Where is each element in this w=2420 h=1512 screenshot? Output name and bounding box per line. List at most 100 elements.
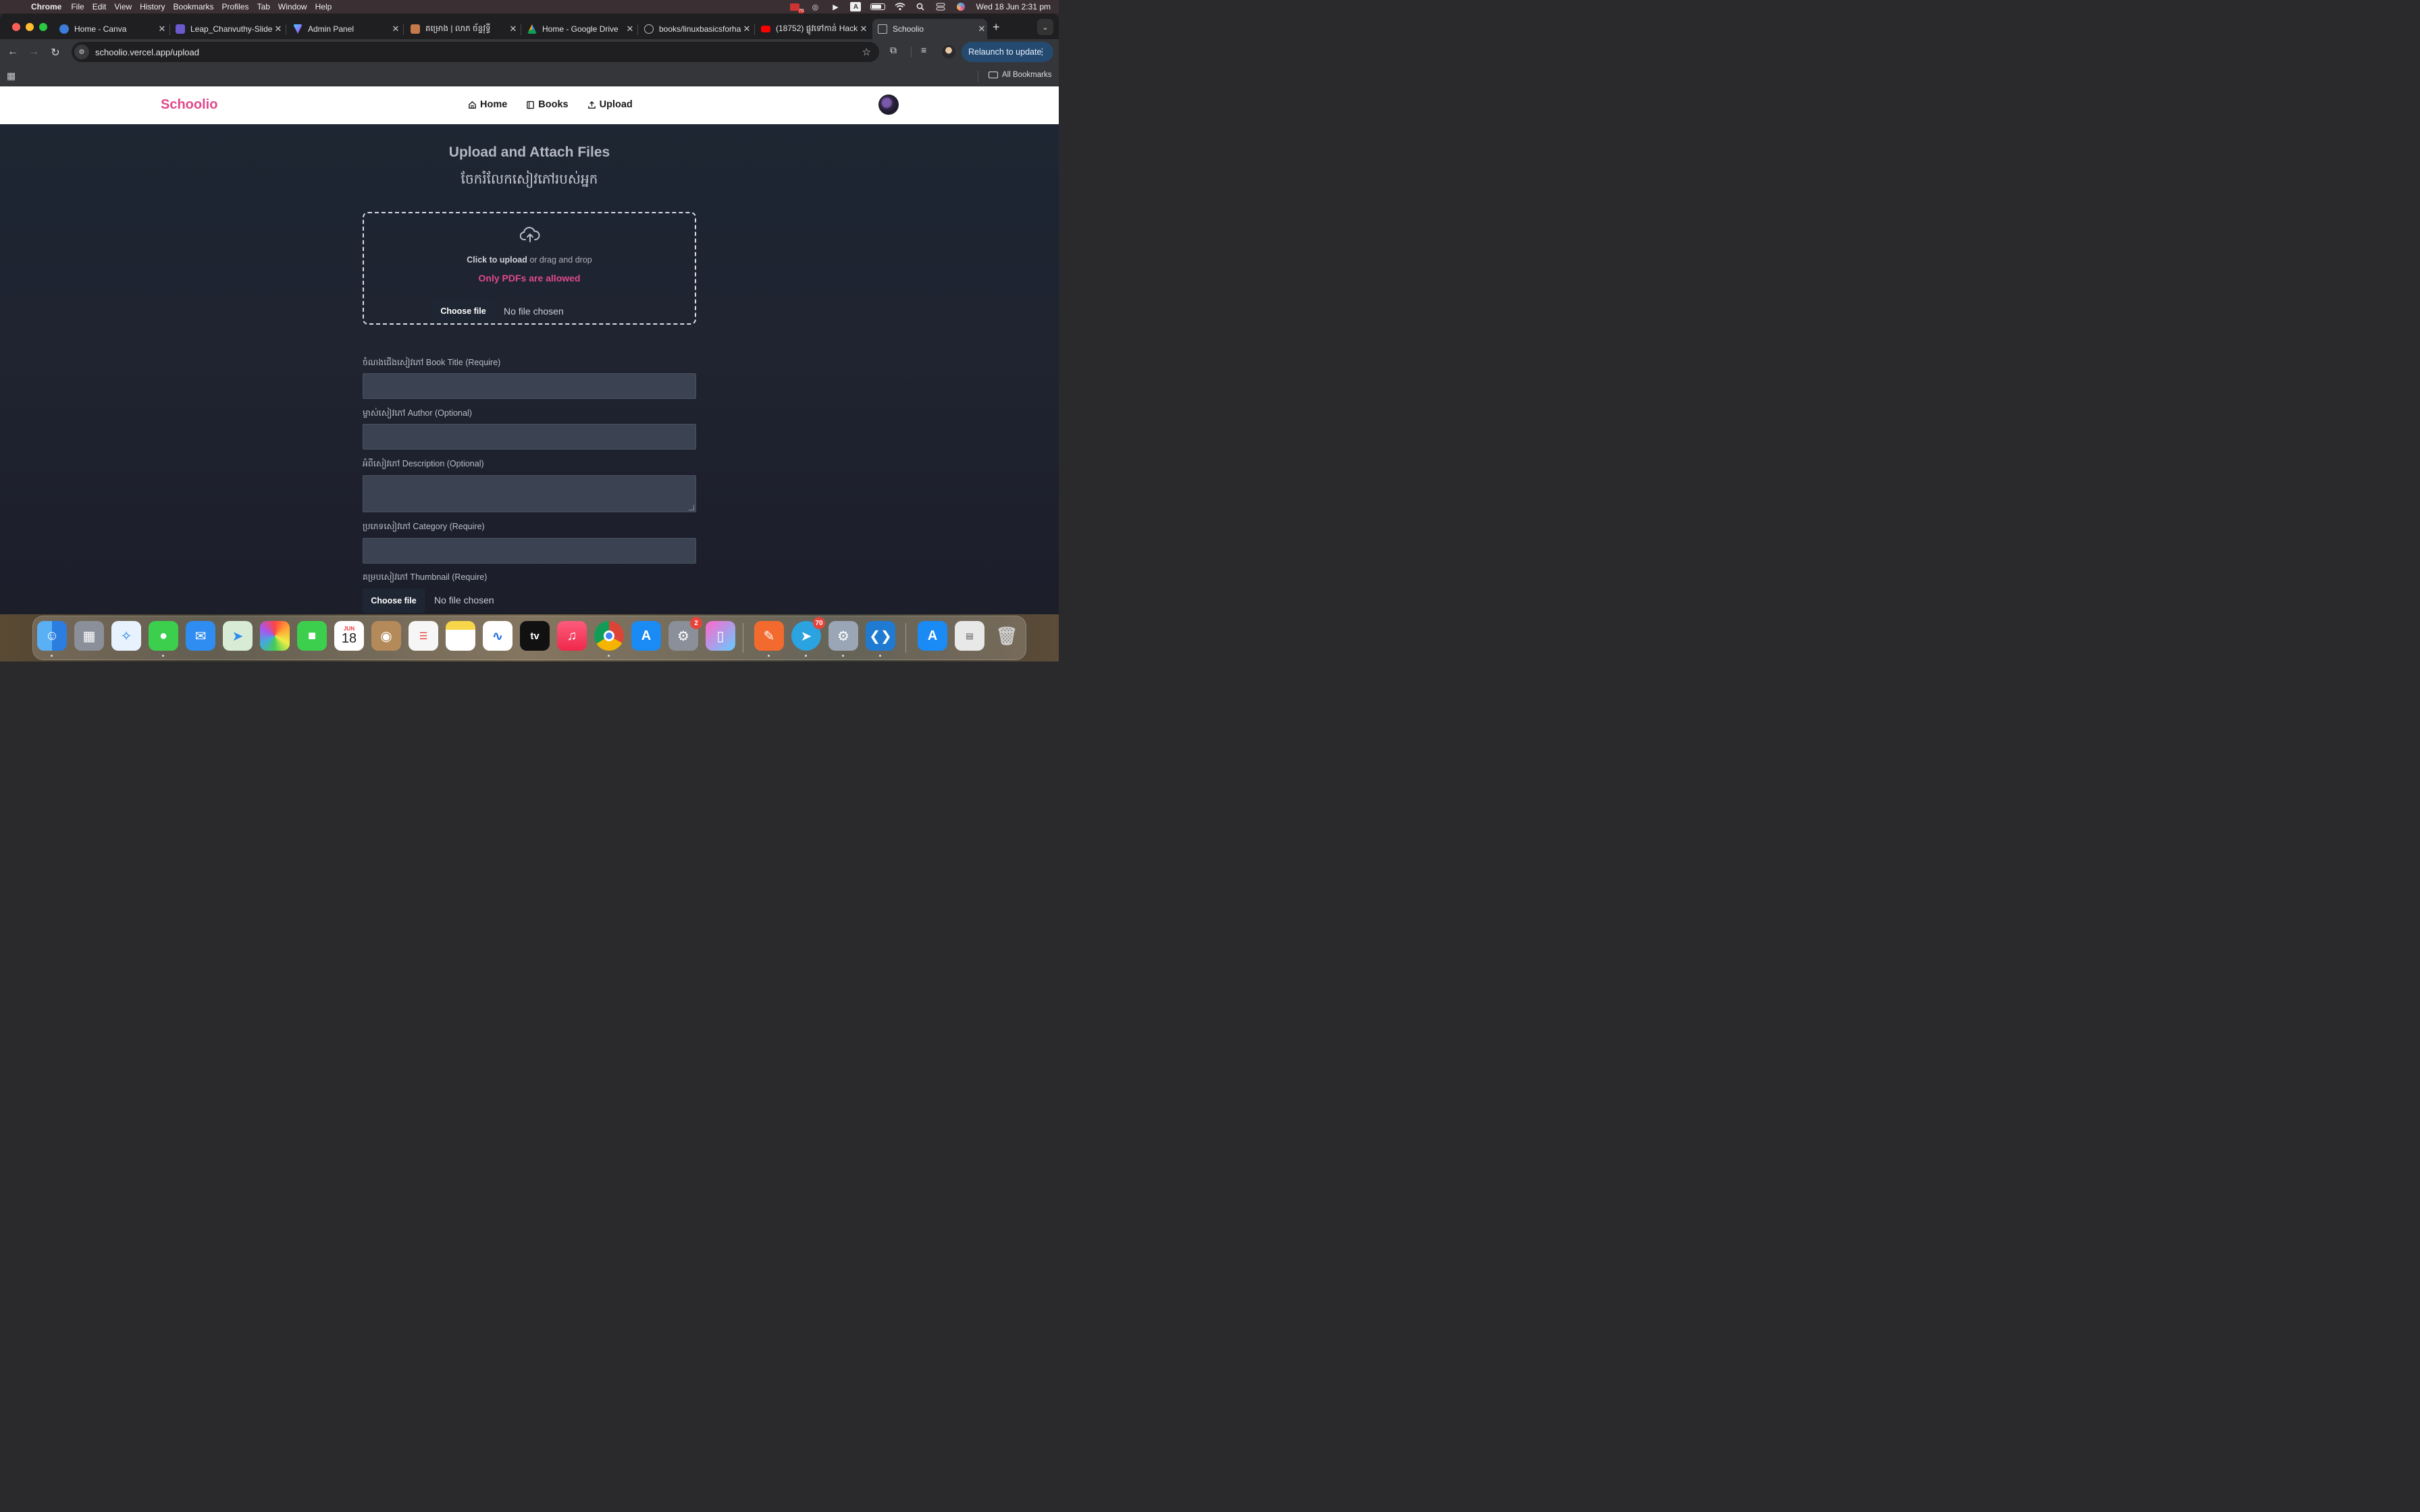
menu-edit[interactable]: Edit <box>93 2 115 11</box>
close-tab-icon[interactable]: ✕ <box>273 24 284 34</box>
pdf-dropzone[interactable]: Click to upload or drag and drop Only PD… <box>363 212 696 325</box>
reload-button[interactable]: ↻ <box>49 46 62 59</box>
input-source-icon[interactable]: A <box>850 2 862 11</box>
media-controls-icon[interactable]: ≡ <box>921 45 926 55</box>
notes-icon[interactable] <box>446 621 475 651</box>
spotlight-search-icon[interactable] <box>915 3 926 11</box>
settings-gear-icon[interactable]: ⚙ <box>828 621 858 651</box>
trash-icon[interactable]: 🗑 <box>992 621 1022 651</box>
close-tab-icon[interactable]: ✕ <box>508 24 519 34</box>
tab-schoolio[interactable]: Schoolio ✕ <box>872 19 987 39</box>
app-store-icon[interactable]: A <box>631 621 661 651</box>
tab-canva[interactable]: Home - Canva ✕ <box>54 19 167 39</box>
extensions-puzzle-icon[interactable]: ⧉ <box>890 45 897 56</box>
nav-books-label: Books <box>538 99 569 110</box>
contacts-icon[interactable]: ◉ <box>371 621 401 651</box>
status-app-icon[interactable]: 70 <box>789 3 805 14</box>
siri-icon[interactable] <box>955 3 966 11</box>
calendar-icon[interactable]: JUN 18 <box>334 621 364 651</box>
system-settings-icon[interactable]: ⚙ 2 <box>668 617 702 651</box>
click-to-upload-text[interactable]: Click to upload <box>467 255 527 265</box>
close-tab-icon[interactable]: ✕ <box>976 24 987 34</box>
nav-home-link[interactable]: Home <box>468 99 507 110</box>
address-bar[interactable]: ⚙ schoolio.vercel.app/upload ☆ <box>72 42 879 62</box>
vscode-icon[interactable]: ❮❯ <box>866 621 895 651</box>
tab-title: គម្រោង | លាភ ច័ន្ទវុទ្ធី <box>425 24 491 33</box>
pen-app-icon[interactable]: ✎ <box>754 621 784 651</box>
close-tab-icon[interactable]: ✕ <box>858 24 869 34</box>
pdf-choose-file-button[interactable]: Choose file <box>431 299 495 323</box>
chrome-icon[interactable] <box>594 621 624 651</box>
site-info-icon[interactable]: ⚙ <box>74 45 89 59</box>
downloads-stack-icon[interactable]: ▤ <box>955 621 984 651</box>
close-tab-icon[interactable]: ✕ <box>741 24 752 34</box>
tab-slides[interactable]: Leap_Chanvuthy-Slide ✕ <box>170 19 284 39</box>
maps-icon[interactable]: ➤ <box>223 621 253 651</box>
telegram-icon[interactable]: ➤ 70 <box>791 617 825 651</box>
tab-youtube[interactable]: (18752) ផ្លូវទៅកាន់ Hack ✕ <box>756 19 869 39</box>
applications-folder-icon[interactable]: A <box>918 621 947 651</box>
all-bookmarks-button[interactable]: All Bookmarks <box>989 71 1052 79</box>
wifi-icon[interactable] <box>895 3 906 11</box>
menu-view[interactable]: View <box>114 2 140 11</box>
menu-help[interactable]: Help <box>315 2 340 11</box>
site-logo[interactable]: Schoolio <box>161 97 217 113</box>
thumbnail-choose-file-button[interactable]: Choose file <box>363 589 425 613</box>
back-button[interactable]: ← <box>6 46 20 58</box>
iphone-mirroring-icon[interactable]: ▯ <box>706 621 735 651</box>
nav-books-link[interactable]: Books <box>526 99 569 110</box>
tab-project[interactable]: គម្រោង | លាភ ច័ន្ទវុទ្ធី ✕ <box>405 19 519 39</box>
battery-icon[interactable] <box>870 3 886 10</box>
reminders-icon[interactable]: ☰ <box>409 621 438 651</box>
close-window-button[interactable] <box>12 23 20 31</box>
dropzone-instructions: Click to upload or drag and drop <box>364 255 695 265</box>
description-textarea[interactable] <box>363 475 696 512</box>
menu-profiles[interactable]: Profiles <box>222 2 257 11</box>
control-center-icon[interactable] <box>935 3 946 11</box>
finder-icon[interactable]: ☺ <box>37 621 67 651</box>
nav-upload-link[interactable]: Upload <box>587 99 633 110</box>
author-input[interactable] <box>363 424 696 450</box>
facetime-icon[interactable]: ■ <box>297 621 327 651</box>
new-tab-button[interactable]: + <box>993 20 1000 34</box>
airdrop-icon[interactable]: ◎ <box>810 3 820 11</box>
close-tab-icon[interactable]: ✕ <box>625 24 635 34</box>
safari-icon[interactable]: ✧ <box>111 621 141 651</box>
zoom-window-button[interactable] <box>39 23 47 31</box>
user-avatar[interactable] <box>878 94 899 115</box>
menu-bookmarks[interactable]: Bookmarks <box>174 2 222 11</box>
tab-google-drive[interactable]: Home - Google Drive ✕ <box>522 19 635 39</box>
schoolio-icon <box>878 24 887 34</box>
running-indicator <box>608 655 610 657</box>
profile-avatar[interactable] <box>942 45 955 59</box>
tab-admin-panel[interactable]: Admin Panel ✕ <box>288 19 401 39</box>
close-tab-icon[interactable]: ✕ <box>390 24 401 34</box>
freeform-icon[interactable]: ∿ <box>483 621 512 651</box>
play-icon[interactable]: ▶ <box>830 3 841 11</box>
menu-file[interactable]: File <box>71 2 92 11</box>
music-icon[interactable]: ♫ <box>557 621 587 651</box>
minimize-window-button[interactable] <box>26 23 34 31</box>
tab-search-chevron-icon[interactable]: ⌄ <box>1037 19 1053 35</box>
bookmark-star-icon[interactable]: ☆ <box>862 46 871 58</box>
menu-tab[interactable]: Tab <box>257 2 278 11</box>
url-text[interactable]: schoolio.vercel.app/upload <box>95 47 199 57</box>
menubar-clock[interactable]: Wed 18 Jun 2:31 pm <box>976 2 1051 11</box>
resize-handle-icon[interactable] <box>689 505 694 510</box>
apple-tv-icon[interactable]: tv <box>520 621 550 651</box>
launchpad-icon[interactable]: ▦ <box>74 621 104 651</box>
relaunch-to-update-button[interactable]: Relaunch to update ⋮ <box>962 42 1053 62</box>
apps-grid-icon[interactable]: ▦ <box>7 70 16 82</box>
close-tab-icon[interactable]: ✕ <box>157 24 167 34</box>
photos-icon[interactable] <box>260 621 290 651</box>
category-input[interactable] <box>363 538 696 564</box>
mail-icon[interactable]: ✉ <box>186 621 215 651</box>
menu-window[interactable]: Window <box>278 2 315 11</box>
menu-app-chrome[interactable]: Chrome <box>31 2 71 11</box>
messages-icon[interactable]: ● <box>149 621 178 651</box>
book-title-input[interactable] <box>363 373 696 399</box>
tab-linux-books[interactable]: books/linuxbasicsforha ✕ <box>639 19 752 39</box>
forward-button[interactable]: → <box>27 46 41 58</box>
tab-strip: Home - Canva ✕ Leap_Chanvuthy-Slide ✕ Ad… <box>0 14 1059 39</box>
menu-history[interactable]: History <box>140 2 173 11</box>
